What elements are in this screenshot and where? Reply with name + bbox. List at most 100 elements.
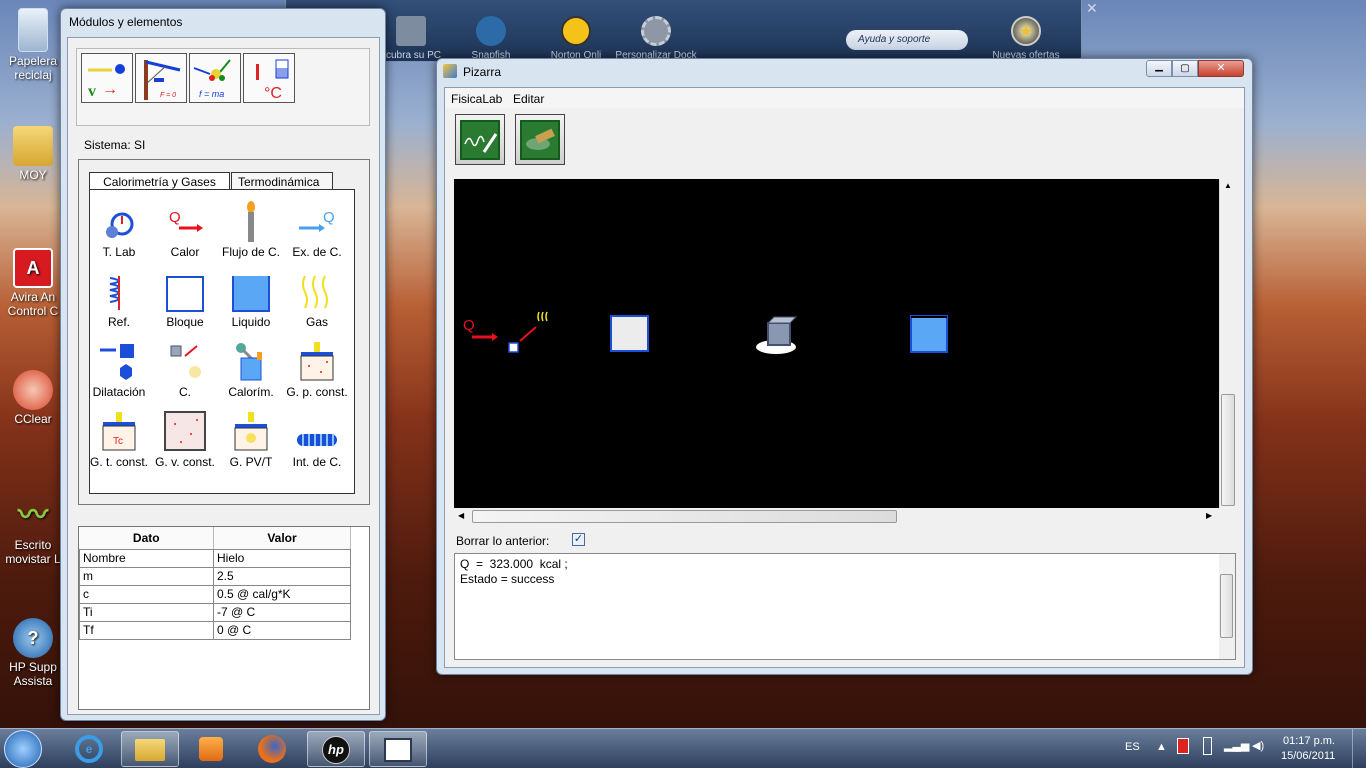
canvas-heat-waves xyxy=(537,311,548,322)
tool-gas-presion-const[interactable]: G. p. const. xyxy=(282,338,352,399)
minimize-button[interactable]: ▁ xyxy=(1146,60,1172,77)
action-center-icon[interactable] xyxy=(1177,738,1189,754)
desktop-icon-avira[interactable]: A Avira An Control C xyxy=(4,248,62,318)
language-indicator[interactable]: ES xyxy=(1125,741,1140,753)
tool-liquido[interactable]: Liquido xyxy=(216,268,286,329)
table-cell[interactable]: 2.5 xyxy=(213,566,351,586)
help-search-input[interactable]: Ayuda y soporte xyxy=(846,30,968,50)
canvas-flow-node[interactable] xyxy=(508,342,519,353)
gadget-item[interactable]: Personalizar Dock xyxy=(611,16,701,61)
thermo-module-icon: °C xyxy=(256,59,289,102)
close-button[interactable]: ✕ xyxy=(1198,60,1244,77)
clear-previous-checkbox[interactable]: ✓ xyxy=(572,533,585,546)
clock-date[interactable]: 15/06/2011 xyxy=(1281,750,1335,762)
folder-icon xyxy=(13,126,53,166)
scroll-up-arrow[interactable]: ▲ xyxy=(1224,181,1232,190)
scroll-right-arrow[interactable]: ▶ xyxy=(1206,511,1212,520)
desktop-icon-hp-support[interactable]: ? HP Supp Assista xyxy=(4,618,62,688)
table-row: Tf 0 @ C xyxy=(79,620,351,640)
gadget-item[interactable]: Snapfish xyxy=(446,16,536,61)
canvas-horizontal-scrollbar[interactable]: ◀ ▶ xyxy=(454,508,1219,525)
table-cell: Tf xyxy=(79,620,214,640)
canvas-block[interactable] xyxy=(610,315,649,352)
canvas-heat-q-label: Q xyxy=(463,317,475,334)
table-cell[interactable]: -7 @ C xyxy=(213,602,351,622)
tab-calorimetria[interactable]: Calorimetría y Gases xyxy=(89,172,230,190)
volume-icon[interactable]: ◀) xyxy=(1252,739,1264,752)
modules-client-area: v → F = 0 f = ma °C Sistema: SI Calorimet… xyxy=(67,37,380,715)
maximize-button[interactable]: ▢ xyxy=(1172,60,1198,77)
heat-exchanger-coil-icon xyxy=(297,434,337,446)
taskbar-hp[interactable]: hp xyxy=(307,731,365,767)
menu-editar[interactable]: Editar xyxy=(513,92,544,106)
tab-termodinamica[interactable]: Termodinámica xyxy=(231,172,333,190)
scroll-left-arrow[interactable]: ◀ xyxy=(458,511,464,520)
window-title: Pizarra xyxy=(463,65,502,79)
module-toolbar: v → F = 0 f = ma °C xyxy=(76,48,370,126)
canvas-liquid[interactable] xyxy=(910,315,948,353)
canvas-vertical-scrollbar[interactable]: ▲ xyxy=(1219,179,1236,508)
menu-fisicalab[interactable]: FisicaLab xyxy=(451,92,502,106)
window-controls: ▁ ▢ ✕ xyxy=(1146,60,1246,78)
tool-flujo[interactable]: Flujo de C. xyxy=(216,198,286,259)
output-console[interactable]: Q = 323.000 kcal ; Estado = success xyxy=(454,553,1236,660)
stopwatch-icon xyxy=(106,212,134,238)
statics-module-button[interactable]: F = 0 xyxy=(135,53,187,103)
show-desktop-button[interactable] xyxy=(1352,729,1366,768)
draw-icon xyxy=(464,132,498,153)
dynamics-module-button[interactable]: f = ma xyxy=(189,53,241,103)
tool-ref[interactable]: Ref. xyxy=(84,268,154,329)
output-line: Estado = success xyxy=(460,572,555,586)
draw-button[interactable] xyxy=(455,114,505,165)
desktop-icon-folder[interactable]: MOY xyxy=(4,126,62,182)
tool-gas-pvt[interactable]: G. PV/T xyxy=(216,408,286,469)
signal-strength-icon[interactable]: ▂▃▅ xyxy=(1224,739,1249,752)
thermo-module-button[interactable]: °C xyxy=(243,53,295,103)
taskbar-media[interactable] xyxy=(182,731,240,767)
scroll-thumb[interactable] xyxy=(1221,394,1235,506)
dynamics-module-icon: f = ma xyxy=(193,59,231,99)
taskbar-firefox[interactable] xyxy=(243,731,301,767)
tool-cambio-fase[interactable]: C. xyxy=(150,338,220,399)
eraser-button[interactable] xyxy=(515,114,565,165)
tool-t-lab[interactable]: T. Lab xyxy=(84,198,154,259)
tool-dilatacion[interactable]: Dilatación xyxy=(84,338,154,399)
desktop-icon-movistar[interactable]: 〰 Escrito movistar L xyxy=(4,496,62,567)
gadget-item[interactable]: ★ Nuevas ofertas xyxy=(981,16,1071,61)
tool-int-calor[interactable]: Int. de C. xyxy=(282,408,352,469)
tool-gas[interactable]: Gas xyxy=(282,268,352,329)
canvas-ice-cube[interactable] xyxy=(767,322,791,346)
tool-gas-temp-const[interactable]: Tc G. t. const. xyxy=(84,408,154,469)
taskbar-ie[interactable]: e xyxy=(60,731,118,767)
tool-ex-calor[interactable]: Q Ex. de C. xyxy=(282,198,352,259)
tool-label: Int. de C. xyxy=(292,455,342,469)
table-cell[interactable]: 0.5 @ cal/g*K xyxy=(213,584,351,604)
tool-calor[interactable]: Q Calor xyxy=(150,198,220,259)
tool-calorimetro[interactable]: Calorím. xyxy=(216,338,286,399)
folder-icon xyxy=(135,739,165,761)
clock-time[interactable]: 01:17 p.m. xyxy=(1283,735,1335,747)
gadget-item[interactable]: Norton Onli xyxy=(531,16,621,61)
scroll-thumb[interactable] xyxy=(1220,574,1233,638)
table-cell[interactable]: Hielo xyxy=(213,548,351,568)
table-cell[interactable]: 0 @ C xyxy=(213,620,351,640)
avira-icon: A xyxy=(13,248,53,288)
tool-gas-vol-const[interactable]: G. v. const. xyxy=(150,408,220,469)
desktop-icon-recycle-bin[interactable]: Papelera reciclaj xyxy=(4,8,62,82)
output-scrollbar[interactable] xyxy=(1219,554,1235,659)
close-icon[interactable]: ✕ xyxy=(1086,0,1098,17)
taskbar-explorer[interactable] xyxy=(121,731,179,767)
hp-icon: hp xyxy=(322,736,350,764)
battery-icon[interactable] xyxy=(1203,737,1212,755)
tool-bloque[interactable]: Bloque xyxy=(150,268,220,329)
desktop-icon-label: Papelera reciclaj xyxy=(8,54,58,82)
velocity-module-button[interactable]: v → xyxy=(81,53,133,103)
show-hidden-icons[interactable]: ▲ xyxy=(1156,741,1167,753)
desktop-icon-ccleaner[interactable]: CClear xyxy=(4,370,62,426)
blackboard-canvas[interactable]: Q xyxy=(454,179,1219,508)
block-icon xyxy=(166,276,204,312)
start-button[interactable] xyxy=(4,730,42,768)
taskbar-fisicalab[interactable] xyxy=(369,731,427,767)
scroll-thumb[interactable] xyxy=(472,510,897,523)
pizarra-app-icon xyxy=(443,64,457,78)
